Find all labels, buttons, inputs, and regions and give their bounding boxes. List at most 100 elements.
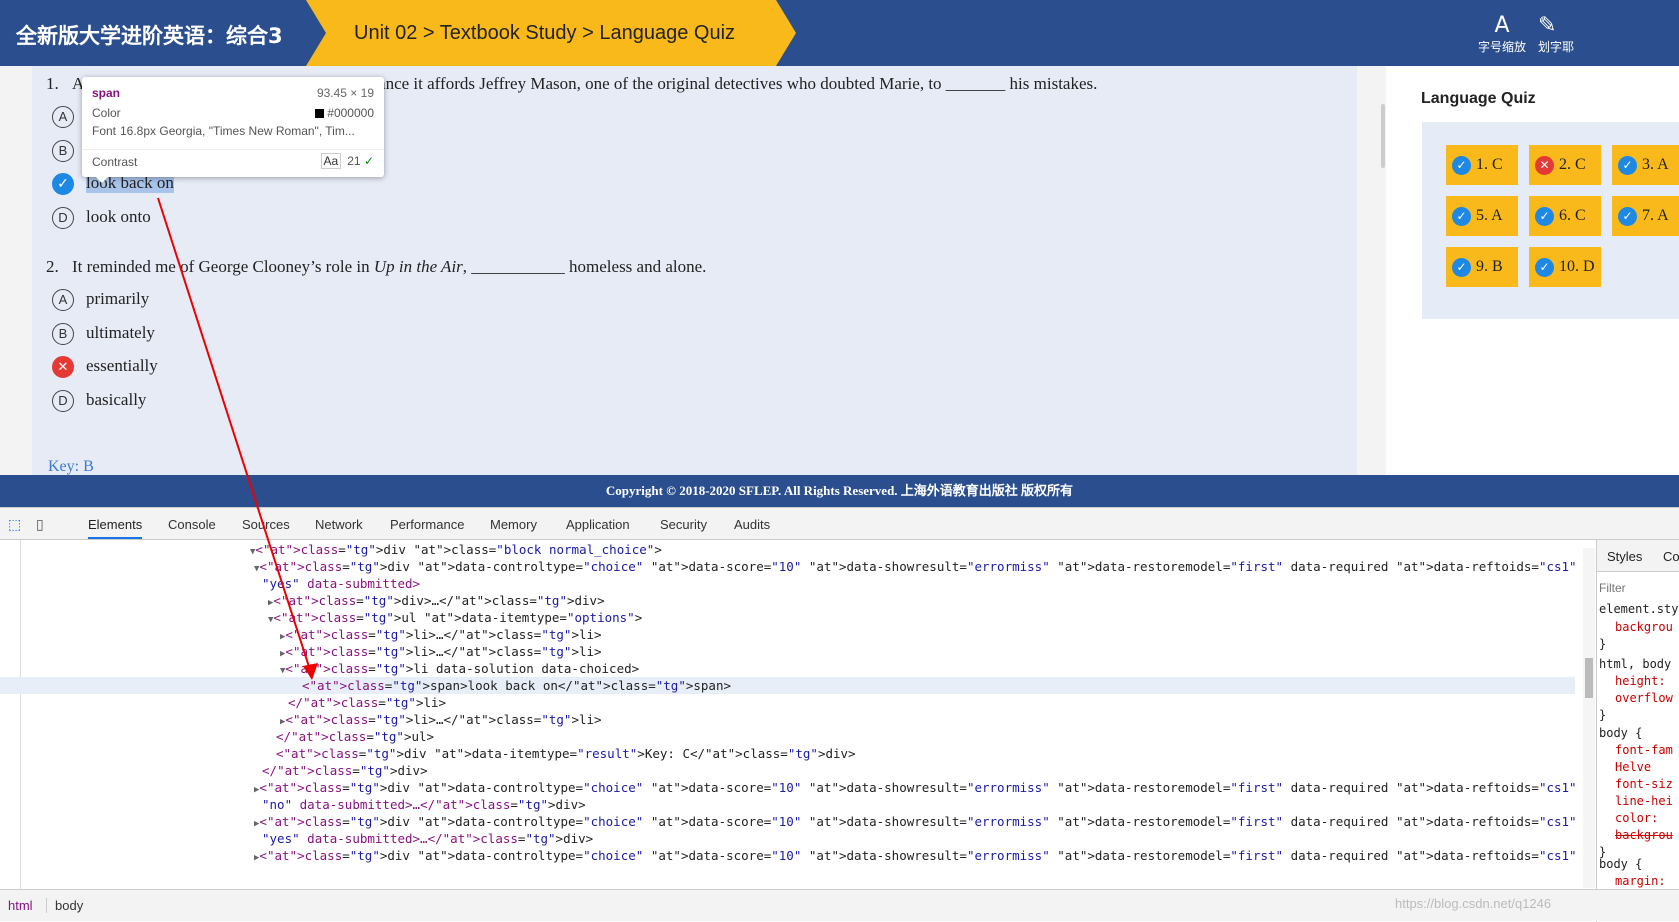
tab-audits[interactable]: Audits xyxy=(734,517,770,532)
checkmark-icon: ✓ xyxy=(363,154,374,168)
check-circle-icon: ✓ xyxy=(1618,207,1637,226)
highlight-tool[interactable]: ✎ 划字耶 xyxy=(1538,14,1598,55)
dom-node-line[interactable]: ▶<"at">class="tg">div "at">data-controlt… xyxy=(0,813,1585,830)
tab-application[interactable]: Application xyxy=(566,517,630,532)
style-rule-line: color: xyxy=(1615,811,1659,825)
dom-node-line[interactable]: ▶<"at">class="tg">div "at">data-controlt… xyxy=(0,847,1585,864)
dom-node-line[interactable]: ▼<"at">class="tg">div "at">class="block … xyxy=(0,541,662,558)
contrast-ratio: 21 xyxy=(347,154,361,168)
quiz-navigator-grid: ✓ 1. C ✕ 2. C ✓ 3. A ✓ 5. A ✓ 6. C ✓ 7. A ✓ 9. … xyxy=(1422,122,1679,319)
dom-node-line[interactable]: ▼<"at">class="tg">li data-solution data-… xyxy=(0,660,639,677)
dom-node-line[interactable]: </"at">class="tg">ul> xyxy=(0,728,434,745)
quiz-nav-label: 5. A xyxy=(1476,207,1503,224)
color-swatch-icon xyxy=(315,109,325,118)
option-letter-a: A xyxy=(52,289,74,311)
content-scrollbar[interactable] xyxy=(1381,104,1385,168)
tab-elements[interactable]: Elements xyxy=(88,517,143,539)
style-rule-line: Helve xyxy=(1615,760,1652,774)
quiz-nav-item[interactable]: ✓ 7. A xyxy=(1612,196,1679,236)
highlight-pen-icon: ✎ xyxy=(1538,13,1557,38)
device-toolbar-icon[interactable]: ▯ xyxy=(36,516,44,533)
quiz-nav-item[interactable]: ✓ 1. C xyxy=(1446,145,1518,185)
font-size-label: 字号缩放 xyxy=(1478,40,1527,54)
devtools-panel: ⬚ ▯ Elements Console Sources Network Per… xyxy=(0,507,1679,922)
dom-node-line[interactable]: ▶<"at">class="tg">li>…</"at">class="tg">… xyxy=(0,626,602,643)
top-header: 全新版大学进阶英语：综合3 Unit 02 > Textbook Study >… xyxy=(0,0,1679,66)
quiz-nav-item[interactable]: ✓ 6. C xyxy=(1529,196,1601,236)
style-rule-line: height: xyxy=(1615,674,1666,688)
dom-node-line[interactable]: </"at">class="tg">div> xyxy=(0,762,428,779)
highlight-label: 划字耶 xyxy=(1538,40,1575,54)
dom-scrollbar[interactable] xyxy=(1583,548,1595,888)
style-rule-line: body { xyxy=(1599,857,1643,871)
tab-computed[interactable]: Co xyxy=(1663,549,1679,564)
x-circle-icon: ✕ xyxy=(52,356,74,378)
quiz-navigator-title: Language Quiz xyxy=(1421,90,1536,107)
breadcrumb-body[interactable]: body xyxy=(46,898,83,913)
dom-node-line[interactable]: ▶<"at">class="tg">li>…</"at">class="tg">… xyxy=(0,711,602,728)
option-letter-d: D xyxy=(52,390,74,412)
styles-pane: Styles Co element.sty backgrou} html, body… xyxy=(1596,540,1679,922)
tab-security[interactable]: Security xyxy=(660,517,707,532)
dom-node-line[interactable]: ▼<"at">class="tg">ul "at">data-itemtype=… xyxy=(0,609,642,626)
quiz-nav-label: 2. C xyxy=(1559,156,1586,173)
question-1-number: 1. xyxy=(46,74,59,93)
inspect-element-icon[interactable]: ⬚ xyxy=(8,516,21,533)
quiz-nav-item[interactable]: ✓ 5. A xyxy=(1446,196,1518,236)
dom-node-line[interactable]: ▶<"at">class="tg">div "at">data-controlt… xyxy=(0,779,1585,796)
dom-node-line[interactable]: <"at">class="tg">span>look back on</"at"… xyxy=(0,677,1575,694)
style-rule-line: body { xyxy=(1599,726,1643,740)
quiz-nav-label: 7. A xyxy=(1642,207,1669,224)
q1-option-d-label: look onto xyxy=(86,207,151,226)
tab-console[interactable]: Console xyxy=(168,517,216,532)
dom-node-line[interactable]: "yes" data-submitted>…</"at">class="tg">… xyxy=(0,830,593,847)
question-2-text-after: , ___________ homeless and alone. xyxy=(462,257,707,276)
question-1-text: chance it affords Jeffrey Mason, one of … xyxy=(362,74,1098,93)
tab-styles[interactable]: Styles xyxy=(1607,549,1642,564)
quiz-nav-label: 10. D xyxy=(1559,258,1595,275)
dom-node-line[interactable]: "no" data-submitted>…</"at">class="tg">d… xyxy=(0,796,586,813)
dom-node-line[interactable]: ▶<"at">class="tg">div>…</"at">class="tg"… xyxy=(0,592,605,609)
dom-node-line[interactable]: <"at">class="tg">div "at">data-itemtype=… xyxy=(0,745,856,762)
dom-scrollbar-thumb[interactable] xyxy=(1585,658,1593,698)
breadcrumb-html[interactable]: html xyxy=(8,898,33,913)
quiz-navigator: Language Quiz ✓ 1. C ✕ 2. C ✓ 3. A ✓ 5. A ✓ 6… xyxy=(1386,66,1679,475)
option-letter-a: A xyxy=(52,106,74,128)
tab-performance[interactable]: Performance xyxy=(390,517,464,532)
quiz-nav-item[interactable]: ✓ 3. A xyxy=(1612,145,1679,185)
style-rule-line: overflow xyxy=(1615,691,1673,705)
inspect-tooltip: span 93.45 × 19 Color #000000 Font 16.8p… xyxy=(82,77,384,177)
option-letter-d: D xyxy=(52,207,74,229)
check-circle-icon: ✓ xyxy=(1452,258,1471,277)
quiz-nav-item[interactable]: ✕ 2. C xyxy=(1529,145,1601,185)
dom-node-line[interactable]: ▼<"at">class="tg">div "at">data-controlt… xyxy=(0,558,1585,575)
tooltip-font-label: Font xyxy=(92,124,117,138)
tooltip-tag: span xyxy=(92,86,121,100)
check-circle-icon: ✓ xyxy=(1618,156,1637,175)
tab-network[interactable]: Network xyxy=(315,517,363,532)
style-rule-line: element.sty xyxy=(1599,602,1679,616)
tab-memory[interactable]: Memory xyxy=(490,517,537,532)
breadcrumb: Unit 02 > Textbook Study > Language Quiz xyxy=(306,0,796,66)
tooltip-contrast-label: Contrast xyxy=(92,155,138,169)
tab-sources[interactable]: Sources xyxy=(242,517,290,532)
q2-option-a-label: primarily xyxy=(86,289,150,308)
tooltip-dimensions: 93.45 × 19 xyxy=(316,86,374,100)
quiz-nav-item[interactable]: ✓ 9. B xyxy=(1446,247,1518,287)
styles-filter-input[interactable] xyxy=(1599,578,1679,598)
q2-option-b-label: ultimately xyxy=(86,323,155,342)
question-2-text: It reminded me of George Clooney’s role … xyxy=(72,257,706,277)
dom-node-line[interactable]: </"at">class="tg">li> xyxy=(0,694,446,711)
option-letter-b: B xyxy=(52,323,74,345)
tooltip-divider xyxy=(82,149,384,150)
font-size-tool[interactable]: A 字号缩放 xyxy=(1478,14,1526,55)
dom-node-line[interactable]: ▶<"at">class="tg">li>…</"at">class="tg">… xyxy=(0,643,602,660)
question-2-number: 2. xyxy=(46,257,59,276)
check-circle-icon: ✓ xyxy=(52,173,74,195)
dom-node-line[interactable]: "yes" data-submitted> xyxy=(0,575,420,592)
watermark: https://blog.csdn.net/q1246 xyxy=(1395,896,1552,911)
style-rule-line: html, body xyxy=(1599,657,1672,671)
quiz-nav-label: 9. B xyxy=(1476,258,1503,275)
quiz-nav-item[interactable]: ✓ 10. D xyxy=(1529,247,1601,287)
check-circle-icon: ✓ xyxy=(1452,156,1471,175)
